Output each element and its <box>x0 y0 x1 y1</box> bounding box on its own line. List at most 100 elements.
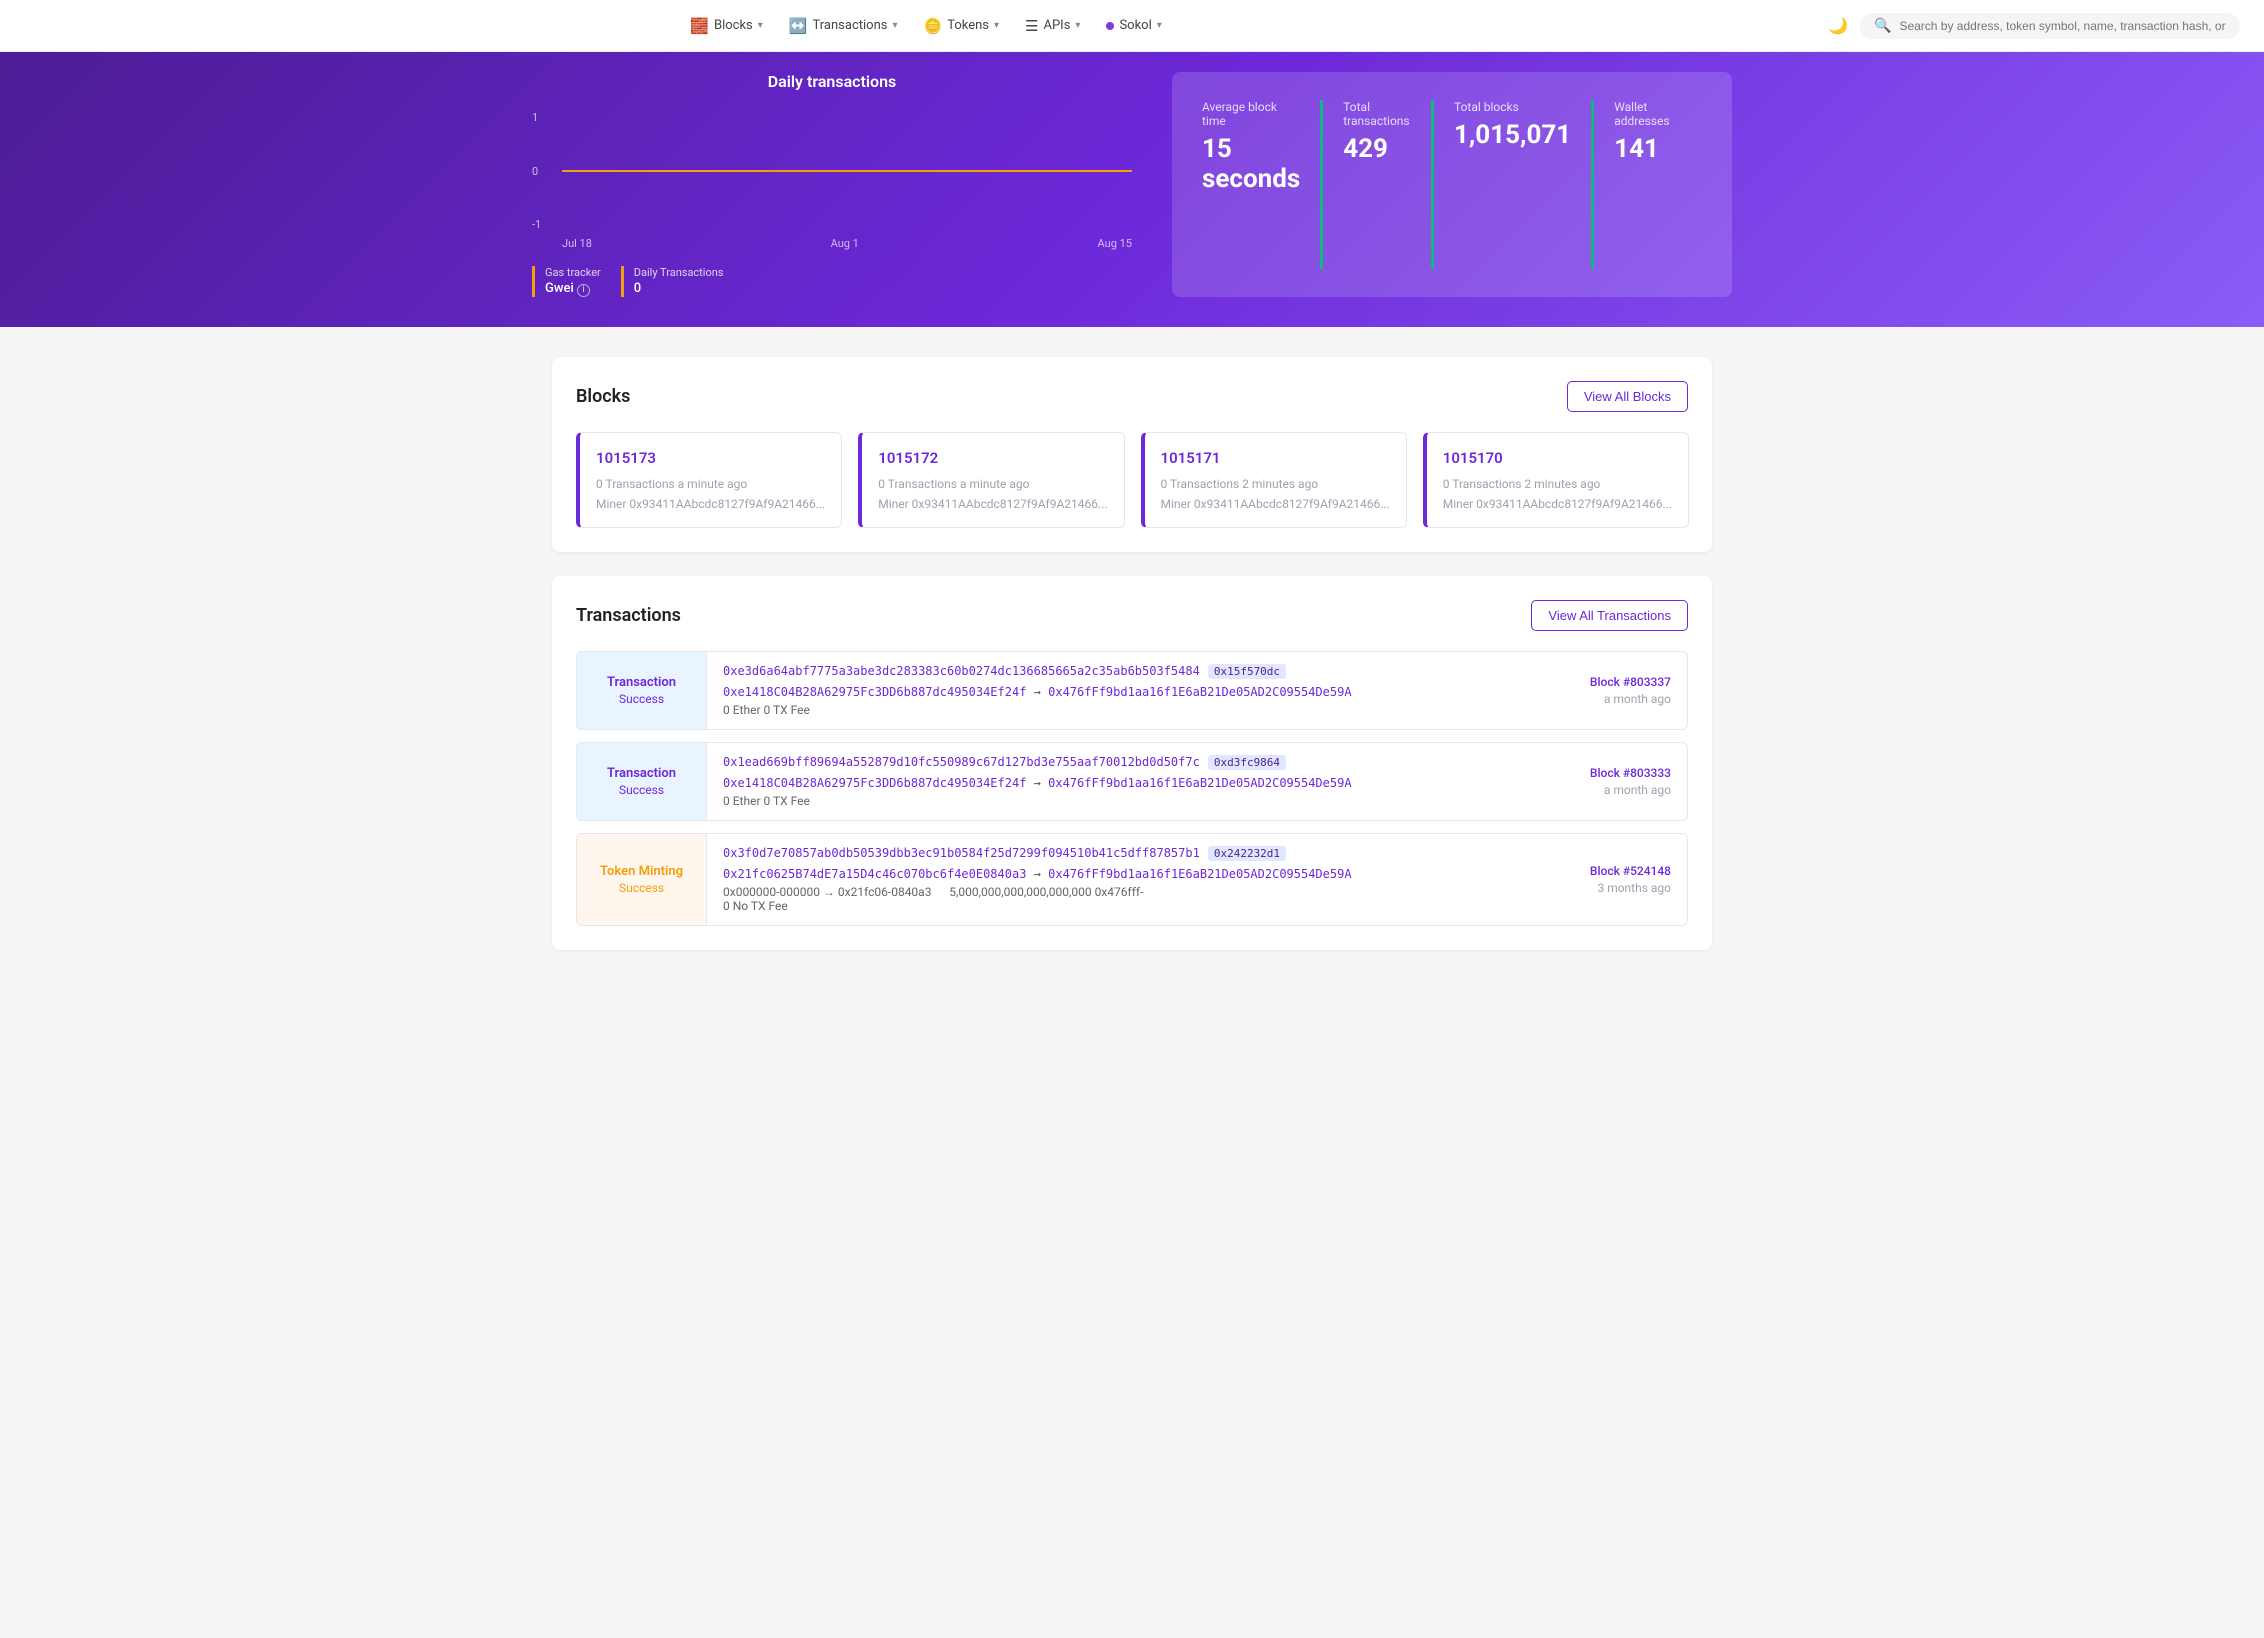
block-card-2[interactable]: 1015171 0 Transactions 2 minutes ago Min… <box>1141 432 1407 528</box>
nav-transactions[interactable]: ↔️ Transactions ▾ <box>779 11 908 41</box>
search-bar[interactable]: 🔍 <box>1860 13 2240 39</box>
tx-hash-main-1[interactable]: 0x1ead669bff89694a552879d10fc550989c67d1… <box>723 755 1200 769</box>
tx-arrow-1: → <box>1034 776 1048 790</box>
nav-apis[interactable]: ☰ APIs ▾ <box>1015 11 1090 41</box>
tx-block-info-1: Block #803333 a month ago <box>1547 743 1687 820</box>
tx-block-num-1[interactable]: Block #803333 <box>1590 766 1671 780</box>
nav-tokens[interactable]: 🪙 Tokens ▾ <box>914 11 1010 41</box>
hero-section: Daily transactions 1 0 -1 Jul 18 Aug 1 A… <box>0 52 2264 327</box>
tx-extra-2: 0x000000-000000 → 0x21fc06-0840a3 5,000,… <box>723 885 1531 899</box>
view-all-transactions-button[interactable]: View All Transactions <box>1531 600 1688 631</box>
tx-transfer-2: 0x21fc0625B74dE7a15D4c46c070bc6f4e0E0840… <box>723 867 1423 881</box>
apis-icon: ☰ <box>1025 17 1038 35</box>
tx-status-2: Success <box>619 881 664 895</box>
tx-arrow-0: → <box>1034 685 1048 699</box>
tx-transfer-0: 0xe1418C04B28A62975Fc3DD6b887dc495034Ef2… <box>723 685 1423 699</box>
block-card-0[interactable]: 1015173 0 Transactions a minute ago Mine… <box>576 432 842 528</box>
tx-from-0: 0xe1418C04B28A62975Fc3DD6b887dc495034Ef2… <box>723 685 1026 699</box>
gas-tracker-label: Gas tracker <box>545 266 601 279</box>
transactions-section-header: Transactions View All Transactions <box>576 600 1688 631</box>
nav-transactions-label: Transactions <box>812 18 887 33</box>
chart-label-0: 0 <box>532 165 541 178</box>
tokens-icon: 🪙 <box>924 17 943 35</box>
tx-type-0: Transaction <box>607 675 676 690</box>
main-content: Blocks View All Blocks 1015173 0 Transac… <box>532 327 1732 1004</box>
daily-tx-tracker: Daily Transactions 0 <box>621 266 724 297</box>
tx-hash-row-2: 0x3f0d7e70857ab0db50539dbb3ec91b0584f25d… <box>723 846 1531 861</box>
network-dot <box>1106 22 1114 30</box>
stat-label-2: Total blocks <box>1454 100 1571 114</box>
tx-hash-short-1: 0xd3fc9864 <box>1208 755 1286 770</box>
tx-arrow-2: → <box>1034 867 1048 881</box>
block-card-1[interactable]: 1015172 0 Transactions a minute ago Mine… <box>858 432 1124 528</box>
nav-blocks[interactable]: 🧱 Blocks ▾ <box>680 11 773 41</box>
stat-label-3: Wallet addresses <box>1614 100 1682 128</box>
theme-toggle[interactable]: 🌙 <box>1828 16 1848 35</box>
chart-date-3: Aug 15 <box>1098 237 1132 250</box>
tx-to-2: 0x476fFf9bd1aa16f1E6aB21De05AD2C09554De5… <box>1048 867 1351 881</box>
chart-line-area <box>562 111 1132 231</box>
tx-badge-1: Transaction Success <box>577 743 707 820</box>
tx-row-2: Token Minting Success 0x3f0d7e70857ab0db… <box>576 833 1688 926</box>
tx-details-2: 0x3f0d7e70857ab0db50539dbb3ec91b0584f25d… <box>707 834 1547 925</box>
blocks-section-header: Blocks View All Blocks <box>576 381 1688 412</box>
tx-block-num-0[interactable]: Block #803337 <box>1590 675 1671 689</box>
nav-network[interactable]: Sokol ▾ <box>1096 12 1171 39</box>
block-card-3[interactable]: 1015170 0 Transactions 2 minutes ago Min… <box>1423 432 1689 528</box>
gas-tracker: Gas tracker Gwei i <box>532 266 601 297</box>
blocks-chevron: ▾ <box>758 20 763 31</box>
tx-type-1: Transaction <box>607 766 676 781</box>
block-number-1: 1015172 <box>878 449 1107 467</box>
transactions-icon: ↔️ <box>789 17 808 35</box>
block-number-3: 1015170 <box>1443 449 1672 467</box>
tx-block-num-2[interactable]: Block #524148 <box>1590 864 1671 878</box>
tx-details-0: 0xe3d6a64abf7775a3abe3dc283383c60b0274dc… <box>707 652 1547 729</box>
transactions-section: Transactions View All Transactions Trans… <box>552 576 1712 950</box>
tx-details-1: 0x1ead669bff89694a552879d10fc550989c67d1… <box>707 743 1547 820</box>
nav-blocks-label: Blocks <box>714 18 753 33</box>
chart-label-1: 1 <box>532 111 541 124</box>
block-miner-2: Miner 0x93411AAbcdc8127f9Af9A21466... <box>1161 497 1390 511</box>
info-icon[interactable]: i <box>577 284 590 297</box>
tx-to-1: 0x476fFf9bd1aa16f1E6aB21De05AD2C09554De5… <box>1048 776 1351 790</box>
nav-items: 🧱 Blocks ▾ ↔️ Transactions ▾ 🪙 Tokens ▾ … <box>24 11 1828 41</box>
block-number-0: 1015173 <box>596 449 825 467</box>
block-miner-3: Miner 0x93411AAbcdc8127f9Af9A21466... <box>1443 497 1672 511</box>
block-miner-0: Miner 0x93411AAbcdc8127f9Af9A21466... <box>596 497 825 511</box>
tx-from-1: 0xe1418C04B28A62975Fc3DD6b887dc495034Ef2… <box>723 776 1026 790</box>
block-meta-2: 0 Transactions 2 minutes ago <box>1161 477 1390 491</box>
apis-chevron: ▾ <box>1075 20 1080 31</box>
stat-label-0: Average block time <box>1202 100 1300 128</box>
stat-item-2: Total blocks1,015,071 <box>1431 100 1591 269</box>
view-all-blocks-button[interactable]: View All Blocks <box>1567 381 1688 412</box>
blocks-section: Blocks View All Blocks 1015173 0 Transac… <box>552 357 1712 552</box>
nav-tokens-label: Tokens <box>947 18 989 33</box>
tx-value-1: 0 Ether 0 TX Fee <box>723 794 1531 808</box>
blocks-title: Blocks <box>576 386 630 407</box>
tx-block-info-2: Block #524148 3 months ago <box>1547 834 1687 925</box>
tx-time-1: a month ago <box>1604 783 1671 797</box>
stat-item-3: Wallet addresses141 <box>1591 100 1702 269</box>
transactions-title: Transactions <box>576 605 681 626</box>
stat-item-1: Total transactions429 <box>1320 100 1431 269</box>
tx-hash-main-2[interactable]: 0x3f0d7e70857ab0db50539dbb3ec91b0584f25d… <box>723 846 1200 860</box>
tokens-chevron: ▾ <box>994 20 999 31</box>
tx-to-0: 0x476fFf9bd1aa16f1E6aB21De05AD2C09554De5… <box>1048 685 1351 699</box>
block-meta-3: 0 Transactions 2 minutes ago <box>1443 477 1672 491</box>
tx-badge-0: Transaction Success <box>577 652 707 729</box>
search-icon: 🔍 <box>1874 18 1891 34</box>
daily-tx-label: Daily Transactions <box>634 266 724 279</box>
tx-value-2: 0 No TX Fee <box>723 899 1531 913</box>
chart-line <box>562 170 1132 172</box>
search-input[interactable] <box>1899 19 2226 33</box>
tx-status-1: Success <box>619 783 664 797</box>
tx-transfer-1: 0xe1418C04B28A62975Fc3DD6b887dc495034Ef2… <box>723 776 1423 790</box>
chart-title: Daily transactions <box>532 72 1132 91</box>
tx-row-0: Transaction Success 0xe3d6a64abf7775a3ab… <box>576 651 1688 730</box>
hero-trackers: Gas tracker Gwei i Daily Transactions 0 <box>532 266 1132 297</box>
tx-status-0: Success <box>619 692 664 706</box>
tx-hash-main-0[interactable]: 0xe3d6a64abf7775a3abe3dc283383c60b0274dc… <box>723 664 1200 678</box>
tx-hash-row-0: 0xe3d6a64abf7775a3abe3dc283383c60b0274dc… <box>723 664 1531 679</box>
tx-badge-2: Token Minting Success <box>577 834 707 925</box>
network-chevron: ▾ <box>1157 20 1162 31</box>
